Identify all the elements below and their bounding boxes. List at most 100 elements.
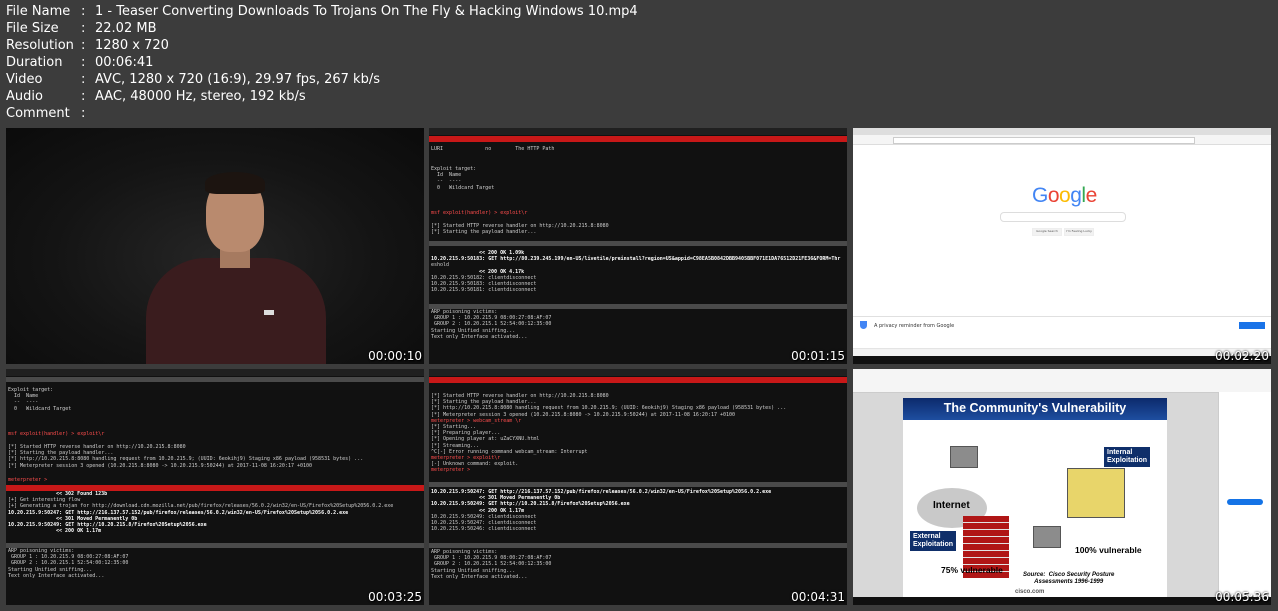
thumbnail-3[interactable]: Google Google Search I'm Feeling Lucky A… — [853, 128, 1271, 364]
taskbar — [853, 597, 1271, 605]
terminal-line: [+] Get interesting flow — [8, 497, 81, 504]
pane-divider — [429, 241, 847, 246]
terminal-line: [-] Unknown command: exploit. — [431, 461, 519, 468]
terminal-line: [*] Starting the payload handler... — [431, 399, 537, 406]
computer-icon — [1033, 526, 1061, 548]
window-titlebar — [6, 377, 424, 382]
person-hair — [205, 172, 265, 194]
terminal-line: Starting Unified sniffing... — [431, 327, 516, 334]
thumbnail-4[interactable]: 00:03:25 Exploit target: Id Name -- ----… — [6, 369, 424, 605]
terminal-line: Text only Interface activated... — [431, 333, 528, 340]
terminal-line: 10.20.215.9:50182: clientdisconnect — [431, 274, 537, 281]
meta-value: AVC, 1280 x 720 (16:9), 29.97 fps, 267 k… — [95, 72, 380, 87]
person-shirt — [146, 258, 326, 364]
meta-key: Duration — [6, 55, 63, 70]
meta-row: Audio: AAC, 48000 Hz, stereo, 192 kb/s — [6, 88, 638, 105]
meta-key: Comment — [6, 106, 70, 121]
terminal-line: << 200 OK 1.17m — [56, 528, 102, 535]
terminal-line: GROUP 2 : 10.20.215.1 52:54:00:12:35:00 — [431, 561, 552, 568]
vulnerable-100-label: 100% vulnerable — [1075, 545, 1142, 555]
address-bar — [893, 137, 1195, 144]
terminal-line: GROUP 1 : 10.20.215.9 08:00:27:08:AF:07 — [431, 555, 552, 562]
terminal-line: [*] Started HTTP reverse handler on http… — [431, 223, 609, 229]
browser-tabbar — [853, 128, 1271, 135]
thumbnail-5[interactable]: 00:04:31 [*] Started HTTP reverse handle… — [429, 369, 847, 605]
terminal-line: 0 Wildcard Target — [8, 405, 72, 412]
meta-key: Resolution — [6, 38, 74, 53]
thumbnail-1[interactable]: 00:00:10 — [6, 128, 424, 364]
meta-row: Comment: — [6, 105, 638, 122]
terminal-line: [*] http://10.20.215.8:8080 handling req… — [431, 405, 787, 412]
top-panel — [6, 369, 424, 376]
terminal-line: 10.20.215.9:50246: clientdisconnect — [431, 526, 537, 533]
terminal-line: 10.20.215.9:50249: GET http://10.20.215.… — [431, 501, 630, 508]
terminal-line: [*] http://10.20.215.8:8080 handling req… — [8, 456, 364, 463]
terminal-line: Starting Unified sniffing... — [431, 567, 516, 574]
search-input — [1000, 212, 1126, 222]
terminal-line: [*] Opening player at: uZaCYXNU.html — [431, 436, 540, 443]
terminal-line: [+] Generating a trojan for http://downl… — [8, 503, 394, 510]
privacy-text: A privacy reminder from Google — [874, 323, 955, 329]
timestamp: 00:00:10 — [368, 349, 422, 363]
terminal-line: [*] Starting the payload handler... — [8, 450, 114, 457]
timestamp: 00:05:36 — [1215, 590, 1269, 604]
terminal-line: ARP poisoning victims: — [431, 309, 498, 315]
terminal-line: 0 Wildcard Target — [431, 184, 495, 191]
terminal-line: Text only Interface activated... — [431, 573, 528, 580]
vulnerable-75-label: 75% vulnerable — [941, 565, 1003, 575]
pdf-toolbar — [853, 369, 1271, 393]
terminal-line: 10.20.215.9:50249: clientdisconnect — [431, 513, 537, 520]
terminal-line: 10.20.215.9:50181: clientdisconnect — [431, 287, 537, 294]
terminal-line: << 301 Moved Permanently 0b — [56, 515, 138, 522]
meta-value: 22.02 MB — [95, 21, 157, 36]
top-panel — [429, 369, 847, 376]
terminal-line: meterpreter > — [431, 467, 474, 474]
terminal-line: [*] Started HTTP reverse handler on http… — [8, 444, 186, 450]
pane-divider — [429, 482, 847, 487]
meta-value: 1 - Teaser Converting Downloads To Troja… — [95, 4, 638, 19]
terminal-line: << 200 OK 1.17m — [479, 507, 525, 514]
page-footer — [853, 348, 1271, 356]
review-button — [1239, 322, 1265, 329]
privacy-banner: A privacy reminder from Google — [853, 316, 1271, 337]
export-button — [1227, 499, 1263, 505]
presentation-slide: The Community's Vulnerability Internet E… — [903, 398, 1167, 598]
terminal-line: 10.20.215.9:50183: GET http://80.239.245… — [431, 256, 841, 263]
terminal-line: ARP poisoning victims: — [431, 549, 498, 555]
terminal-line: ^C[-] Error running command webcam_strea… — [431, 448, 588, 455]
terminal-line: 10.20.215.9:50183: clientdisconnect — [431, 281, 537, 287]
window-titlebar — [429, 377, 847, 383]
meta-row: Resolution:1280 x 720 — [6, 37, 638, 54]
meta-row: Video: AVC, 1280 x 720 (16:9), 29.97 fps,… — [6, 71, 638, 88]
terminal-line: [*] Streaming... — [431, 442, 480, 449]
shirt-logo — [264, 310, 274, 315]
meta-value: AAC, 48000 Hz, stereo, 192 kb/s — [95, 89, 306, 104]
terminal-line: msf exploit(handler) > exploit\r — [431, 210, 528, 216]
meta-separator: : — [81, 4, 86, 19]
terminal-line: 10.20.215.9:50247: clientdisconnect — [431, 520, 537, 526]
meta-separator: : — [81, 38, 86, 53]
terminal-line: << 302 Found 123b — [56, 491, 108, 497]
terminal-line: GROUP 2 : 10.20.215.1 52:54:00:12:35:00 — [431, 321, 552, 328]
terminal-line: GROUP 1 : 10.20.215.9 08:00:27:08:AF:07 — [8, 554, 129, 561]
thumbnail-6[interactable]: The Community's Vulnerability Internet E… — [853, 369, 1271, 605]
meta-value: 00:06:41 — [95, 55, 154, 70]
terminal-line: eshold — [431, 262, 450, 269]
meta-separator: : — [81, 89, 86, 104]
terminal-line: Text only Interface activated... — [8, 572, 105, 579]
thumbnail-2[interactable]: 00:01:15 LURI no The HTTP Path Exploit ta… — [429, 128, 847, 364]
taskbar — [853, 356, 1271, 364]
terminal-line: [*] Meterpreter session 3 opened (10.20.… — [431, 411, 736, 418]
slide-title: The Community's Vulnerability — [943, 401, 1127, 415]
terminal-line: Id Name — [431, 172, 462, 179]
meta-row: Duration:00:06:41 — [6, 54, 638, 71]
terminal-line: << 200 OK 1.09k — [479, 250, 525, 256]
google-logo: Google — [1032, 184, 1097, 208]
top-panel — [429, 128, 847, 135]
source-label: Source: Cisco Security Posture Assessmen… — [1023, 572, 1115, 585]
meta-row: File Size:22.02 MB — [6, 20, 638, 37]
logo-letter-g: G — [1032, 184, 1048, 207]
terminal-line: Exploit target: — [431, 166, 477, 172]
terminal-line: -- ---- — [8, 399, 39, 406]
cisco-label: cisco.com — [1015, 589, 1045, 595]
